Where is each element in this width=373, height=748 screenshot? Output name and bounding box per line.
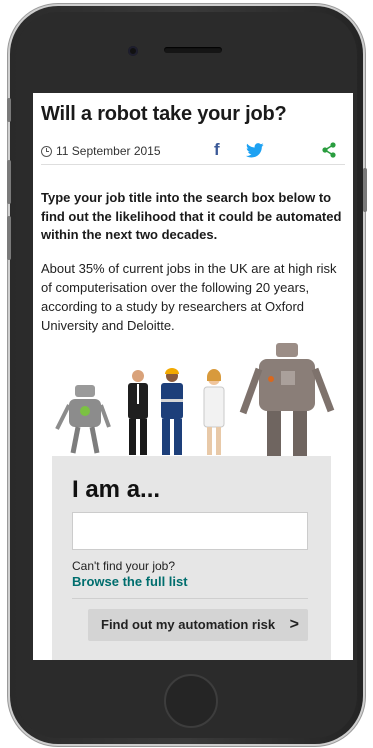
small-robot-figure: [55, 385, 111, 454]
chevron-right-icon: >: [289, 616, 299, 633]
mute-switch: [7, 98, 11, 122]
volume-down-button: [7, 216, 11, 260]
form-heading: I am a...: [72, 476, 161, 503]
publish-date: 11 September 2015: [56, 144, 161, 158]
phone-screen: Will a robot take your job? 11 September…: [33, 93, 353, 660]
home-button[interactable]: [164, 674, 218, 728]
job-title-search-input[interactable]: [72, 512, 308, 550]
doctor-figure: [203, 369, 225, 455]
twitter-icon[interactable]: [246, 143, 264, 158]
article-title: Will a robot take your job?: [41, 103, 287, 125]
volume-up-button: [7, 160, 11, 204]
front-camera: [128, 46, 138, 56]
find-button-label: Find out my automation risk: [101, 617, 276, 632]
form-divider: [72, 598, 308, 599]
large-robot-figure: [239, 343, 335, 457]
cant-find-text: Can't find your job?: [72, 559, 176, 573]
businessman-figure: [128, 370, 148, 455]
article-meta: 11 September 2015 f: [41, 140, 345, 165]
engineer-figure: [161, 368, 183, 455]
browse-full-list-link[interactable]: Browse the full list: [72, 574, 188, 589]
facebook-icon[interactable]: f: [214, 140, 220, 160]
share-icon[interactable]: [321, 142, 337, 158]
job-search-form: I am a... Can't find your job? Browse th…: [52, 456, 331, 660]
robots-and-workers-illustration: [55, 343, 335, 457]
article-body: About 35% of current jobs in the UK are …: [41, 261, 337, 333]
article-lead: Type your job title into the search box …: [41, 190, 342, 242]
clock-icon: [41, 146, 52, 157]
find-automation-risk-button[interactable]: Find out my automation risk >: [88, 609, 308, 641]
power-button: [363, 168, 367, 212]
earpiece-speaker: [164, 47, 222, 53]
